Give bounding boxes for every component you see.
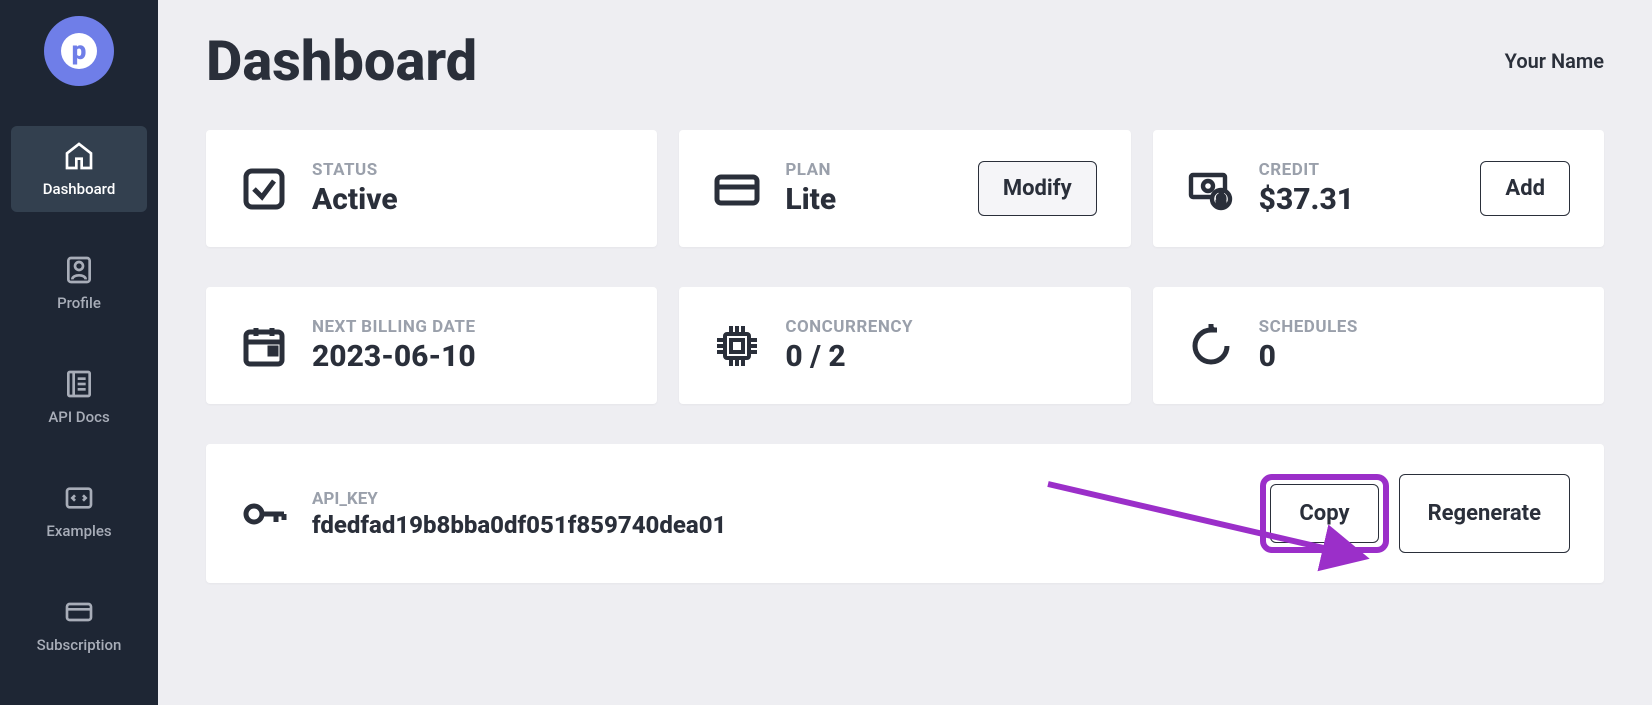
plan-label: PLAN <box>785 160 977 180</box>
apikey-label: API_KEY <box>312 489 1260 509</box>
sidebar-item-label: API Docs <box>48 408 109 426</box>
cards-row-1: STATUS Active PLAN Lite Modify $ <box>206 130 1604 247</box>
main-content: Dashboard Your Name STATUS Active PLAN L… <box>158 0 1652 705</box>
sidebar-item-label: Profile <box>57 294 101 312</box>
credit-label: CREDIT <box>1259 160 1481 180</box>
logo: p <box>44 16 114 86</box>
sidebar: p Dashboard Profile API Docs Exa <box>0 0 158 705</box>
add-button[interactable]: Add <box>1480 161 1570 216</box>
money-icon: $ <box>1187 165 1235 213</box>
apikey-card: API_KEY fdedfad19b8bba0df051f859740dea01… <box>206 444 1604 583</box>
username-link[interactable]: Your Name <box>1505 49 1604 73</box>
card-icon <box>63 596 95 628</box>
billing-card: NEXT BILLING DATE 2023-06-10 <box>206 287 657 404</box>
sidebar-item-label: Dashboard <box>43 180 116 198</box>
copy-highlight: Copy <box>1260 474 1388 553</box>
code-icon <box>63 482 95 514</box>
billing-label: NEXT BILLING DATE <box>312 317 623 337</box>
page-title: Dashboard <box>206 28 477 94</box>
sidebar-item-apidocs[interactable]: API Docs <box>11 354 147 440</box>
svg-text:$: $ <box>1217 192 1225 209</box>
sidebar-item-subscription[interactable]: Subscription <box>11 582 147 668</box>
modify-button[interactable]: Modify <box>978 161 1097 216</box>
status-value: Active <box>312 182 623 217</box>
concurrency-label: CONCURRENCY <box>785 317 1096 337</box>
sidebar-item-dashboard[interactable]: Dashboard <box>11 126 147 212</box>
sidebar-item-label: Subscription <box>37 636 122 654</box>
status-label: STATUS <box>312 160 623 180</box>
key-icon <box>240 490 288 538</box>
cpu-icon <box>713 322 761 370</box>
schedules-value: 0 <box>1259 339 1570 374</box>
logo-letter: p <box>61 33 97 69</box>
docs-icon <box>63 368 95 400</box>
apikey-value: fdedfad19b8bba0df051f859740dea01 <box>312 511 1260 539</box>
creditcard-icon <box>713 165 761 213</box>
plan-card: PLAN Lite Modify <box>679 130 1130 247</box>
status-card: STATUS Active <box>206 130 657 247</box>
credit-value: $37.31 <box>1259 182 1481 217</box>
sidebar-item-profile[interactable]: Profile <box>11 240 147 326</box>
sidebar-item-label: Examples <box>46 522 111 540</box>
home-icon <box>63 140 95 172</box>
cards-row-2: NEXT BILLING DATE 2023-06-10 CONCURRENCY… <box>206 287 1604 404</box>
schedules-label: SCHEDULES <box>1259 317 1570 337</box>
calendar-icon <box>240 322 288 370</box>
refresh-icon <box>1187 322 1235 370</box>
credit-card: $ CREDIT $37.31 Add <box>1153 130 1604 247</box>
header: Dashboard Your Name <box>206 28 1604 94</box>
plan-value: Lite <box>785 182 977 217</box>
concurrency-card: CONCURRENCY 0 / 2 <box>679 287 1130 404</box>
copy-button[interactable]: Copy <box>1270 484 1378 543</box>
sidebar-item-examples[interactable]: Examples <box>11 468 147 554</box>
schedules-card: SCHEDULES 0 <box>1153 287 1604 404</box>
profile-icon <box>63 254 95 286</box>
concurrency-value: 0 / 2 <box>785 339 1096 374</box>
regenerate-button[interactable]: Regenerate <box>1399 474 1570 553</box>
billing-value: 2023-06-10 <box>312 339 623 374</box>
check-icon <box>240 165 288 213</box>
